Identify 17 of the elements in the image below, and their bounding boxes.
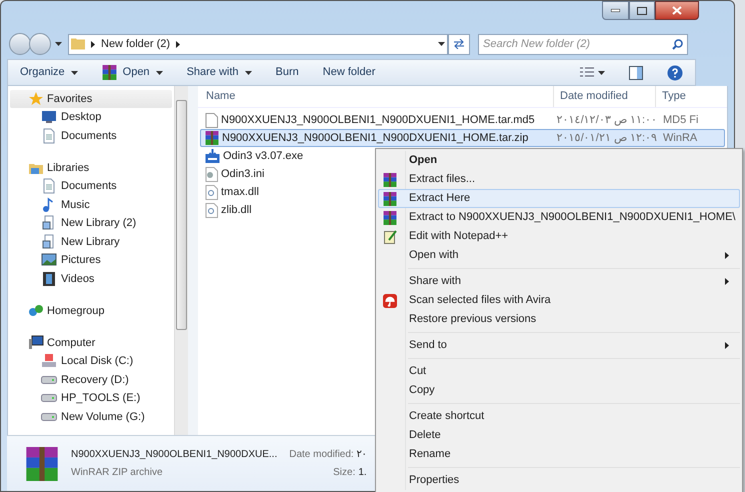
address-path: New folder (2): [101, 36, 170, 52]
file-name: zlib.dll: [221, 202, 252, 218]
file-name: N900XXUENJ3_N900OLBENI1_N900DXUENI1_HOME.tar.zip: [222, 130, 528, 146]
file-type: MD5 Fi: [662, 112, 698, 128]
file-type: WinRA: [662, 130, 698, 146]
file-date: ١١:٠٠ ص ٢٠١٤/١٢/٠٣: [556, 112, 657, 128]
date-value: ٢٠: [356, 448, 367, 462]
details-file-name: N900XXUENJ3_N900OLBENI1_N900DXUE...: [71, 448, 278, 462]
file-date: ١٢:٠٩ ص ٢٠١٥/٠١/٢١: [556, 130, 657, 146]
details-file-type: WinRAR ZIP archive: [71, 466, 164, 480]
date-label: Date modified:: [289, 448, 354, 462]
file-name: Odin3.ini: [221, 166, 264, 182]
size-label: Size:: [333, 466, 356, 480]
size-value: 1.: [358, 466, 367, 480]
file-name: tmax.dll: [221, 184, 259, 200]
file-name: N900XXUENJ3_N900OLBENI1_N900DXUENI1_HOME.tar.md5: [221, 112, 535, 128]
file-name: Odin3 v3.07.exe: [223, 148, 304, 164]
